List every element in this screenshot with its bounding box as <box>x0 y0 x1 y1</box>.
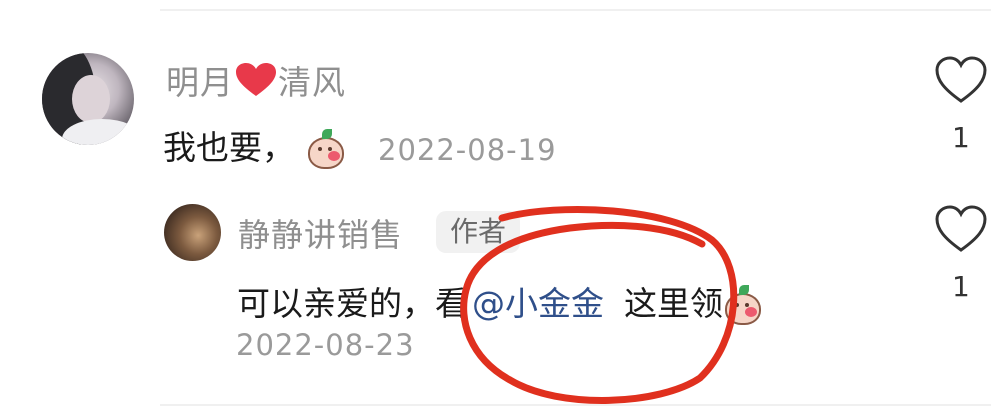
username-part1: 明月 <box>166 63 234 102</box>
username-part2: 清风 <box>278 63 346 102</box>
author-avatar[interactable] <box>164 204 221 261</box>
heart-outline-icon[interactable] <box>934 55 988 105</box>
peach-emoji-icon <box>723 284 763 327</box>
comment-text-row: 我也要， 2022-08-19 <box>163 121 557 171</box>
heart-outline-icon[interactable] <box>934 204 988 254</box>
comment-date: 2022-08-19 <box>378 132 557 167</box>
bottom-divider <box>160 404 991 406</box>
author-badge: 作者 <box>436 211 521 253</box>
reply-like-count: 1 <box>952 270 970 303</box>
top-divider <box>160 9 991 11</box>
reply-text-row: 可以亲爱的，看 @小金金 这里领 <box>237 277 763 327</box>
author-username[interactable]: 静静讲销售 <box>238 210 403 256</box>
peach-emoji-icon <box>306 128 346 171</box>
like-count: 1 <box>952 121 970 154</box>
reply-text-before: 可以亲爱的，看 <box>237 284 468 323</box>
commenter-avatar[interactable] <box>42 53 134 145</box>
reply-text-after: 这里领 <box>624 284 723 323</box>
reply-date: 2022-08-23 <box>236 328 415 362</box>
commenter-username[interactable]: 明月 清风 <box>166 56 346 104</box>
comment-text: 我也要， <box>163 128 295 167</box>
red-heart-emoji-icon <box>236 63 276 96</box>
mention-link[interactable]: @小金金 <box>472 284 604 323</box>
